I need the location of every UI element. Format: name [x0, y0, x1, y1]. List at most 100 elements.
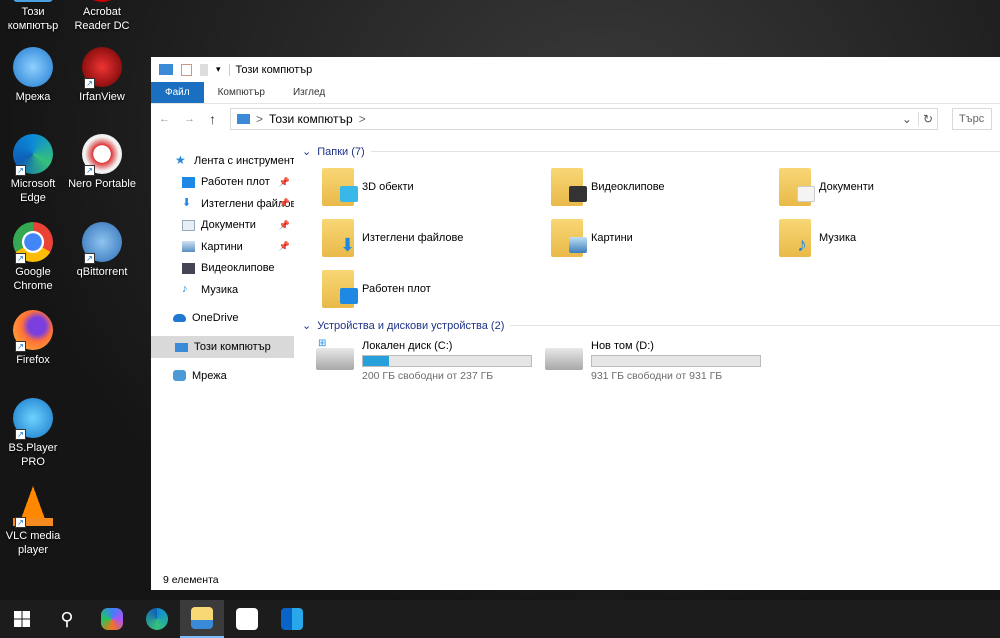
folder-documents[interactable]: Документи — [779, 168, 874, 206]
drive-name: Локален диск (C:) — [362, 340, 453, 352]
refresh-button[interactable]: ↻ — [917, 112, 937, 126]
folder-label: Видеоклипове — [591, 181, 665, 193]
desktop-icon-bsplayer[interactable]: ↗ BS.Player PRO — [0, 398, 68, 469]
address-bar[interactable]: > Този компютър > ⌄ ↻ — [230, 108, 938, 130]
windows-icon — [14, 611, 30, 627]
desktop-icon-chrome[interactable]: ↗ Google Chrome — [0, 222, 68, 293]
firefox-icon: ↗ — [13, 310, 53, 352]
new-folder-icon[interactable] — [200, 63, 208, 76]
folder-pictures[interactable]: Картини — [551, 219, 633, 257]
chrome-icon: ↗ — [13, 222, 53, 264]
nav-pictures[interactable]: Картини 📌 — [151, 236, 294, 258]
icon-label: Мрежа — [15, 91, 51, 103]
icon-label: Google Chrome — [13, 266, 53, 292]
folder-icon — [322, 168, 358, 206]
start-button[interactable] — [0, 600, 44, 638]
breadcrumb-chevron[interactable]: > — [359, 112, 366, 126]
outlook-icon — [281, 608, 303, 630]
nav-desktop[interactable]: Работен плот 📌 — [151, 172, 294, 194]
download-icon: ⬇ — [182, 197, 192, 210]
search-input[interactable]: Търс — [952, 108, 992, 130]
folder-icon — [551, 219, 587, 257]
desktop-icon-firefox[interactable]: ↗ Firefox — [0, 310, 68, 367]
pin-icon[interactable]: 📌 — [279, 177, 290, 188]
nav-quick-access[interactable]: ★ Лента с инструменти — [151, 150, 294, 172]
nav-music[interactable]: ♪ Музика — [151, 279, 294, 301]
drive-d[interactable]: Нов том (D:) 931 ГБ свободни от 931 ГБ — [545, 340, 761, 382]
copilot-button[interactable] — [90, 600, 134, 638]
edge-icon: ↗ — [13, 134, 53, 176]
computer-icon — [13, 0, 53, 2]
nav-videos[interactable]: Видеоклипове — [151, 258, 294, 280]
drive-free-space: 931 ГБ свободни от 931 ГБ — [591, 370, 723, 382]
back-button[interactable]: ← — [159, 113, 170, 125]
qbittorrent-icon: ↗ — [82, 222, 122, 264]
forward-button[interactable]: → — [184, 113, 195, 125]
folder-desktop[interactable]: Работен плот — [322, 270, 431, 308]
nav-label: Лента с инструменти — [194, 154, 294, 167]
window-title: Този компютър — [228, 63, 312, 76]
music-icon: ♪ — [182, 283, 188, 296]
edge-icon — [146, 608, 168, 630]
folder-label: Изтеглени файлове — [362, 232, 464, 244]
desktop-icon-qbittorrent[interactable]: ↗ qBittorrent — [67, 222, 137, 279]
desktop-icon-acrobat[interactable]: Acrobat Reader DC — [67, 0, 137, 33]
drive-c[interactable]: ⊞ Локален диск (C:) 200 ГБ свободни от 23… — [316, 338, 532, 382]
desktop-icon-nero[interactable]: ↗ Nero Portable — [67, 134, 137, 191]
nav-label: Картини — [201, 240, 243, 253]
search-button[interactable]: ⚲ — [45, 600, 89, 638]
nav-network[interactable]: Мрежа — [151, 365, 294, 387]
navigation-pane: ★ Лента с инструменти Работен плот 📌 ⬇ Изте… — [151, 150, 294, 570]
icon-label: Acrobat Reader DC — [74, 6, 130, 32]
tab-computer[interactable]: Компютър — [204, 82, 279, 103]
nav-label: Мрежа — [192, 369, 227, 382]
pin-icon[interactable]: 📌 — [279, 220, 290, 231]
nav-documents[interactable]: Документи 📌 — [151, 215, 294, 237]
video-icon — [182, 262, 195, 274]
drive-usage-bar — [591, 355, 761, 367]
icon-label: Nero Portable — [68, 178, 136, 190]
nav-label: Този компютър — [194, 341, 271, 353]
properties-icon[interactable] — [181, 63, 192, 76]
nav-this-pc[interactable]: Този компютър — [151, 336, 294, 358]
address-dropdown-icon[interactable]: ⌄ — [902, 112, 912, 126]
folder-videos[interactable]: Видеоклипове — [551, 168, 665, 206]
outlook-button[interactable] — [270, 600, 314, 638]
store-button[interactable] — [225, 600, 269, 638]
folder-icon — [551, 168, 587, 206]
file-explorer-button[interactable] — [180, 600, 224, 638]
content-pane: ⌄ Папки (7) 3D обекти Видеоклипове Докуме… — [296, 142, 1000, 568]
desktop-icon — [182, 176, 195, 188]
nav-onedrive[interactable]: OneDrive — [151, 308, 294, 330]
pin-icon[interactable]: 📌 — [279, 198, 290, 209]
folder-label: Документи — [819, 181, 874, 193]
nav-downloads[interactable]: ⬇ Изтеглени файлове 📌 — [151, 193, 294, 215]
qat-dropdown-icon[interactable]: ▾ — [216, 64, 221, 75]
tab-file[interactable]: Файл — [151, 82, 204, 103]
taskbar: ⚲ — [0, 600, 1000, 638]
folder-3d-objects[interactable]: 3D обекти — [322, 168, 414, 206]
breadcrumb-this-pc[interactable]: Този компютър — [269, 112, 353, 126]
up-button[interactable]: ↑ — [209, 111, 216, 127]
desktop-icon-edge[interactable]: ↗ Microsoft Edge — [0, 134, 68, 205]
pin-icon[interactable]: 📌 — [279, 241, 290, 252]
desktop-icon-this-pc[interactable]: Този компютър — [0, 0, 68, 33]
folder-music[interactable]: ♪ Музика — [779, 219, 856, 257]
nav-label: Видеоклипове — [201, 262, 275, 275]
tab-view[interactable]: Изглед — [279, 82, 339, 103]
store-icon — [236, 608, 258, 630]
desktop-icon-vlc[interactable]: ↗ VLC media player — [0, 486, 68, 557]
drive-icon — [545, 348, 583, 370]
folder-downloads[interactable]: ⬇ Изтеглени файлове — [322, 219, 463, 257]
folder-icon — [191, 607, 213, 629]
search-icon: ⚲ — [60, 609, 74, 629]
edge-button[interactable] — [135, 600, 179, 638]
desktop-icon-network[interactable]: Мрежа — [0, 47, 68, 104]
devices-group-header[interactable]: ⌄ Устройства и дискови устройства (2) — [302, 319, 1000, 332]
windows-drive-icon: ⊞ — [316, 338, 354, 370]
desktop-icon-irfanview[interactable]: ↗ IrfanView — [67, 47, 137, 104]
folder-label: 3D обекти — [362, 181, 414, 193]
nero-icon: ↗ — [82, 134, 122, 176]
folders-group-header[interactable]: ⌄ Папки (7) — [302, 145, 1000, 158]
folder-icon — [779, 168, 815, 206]
